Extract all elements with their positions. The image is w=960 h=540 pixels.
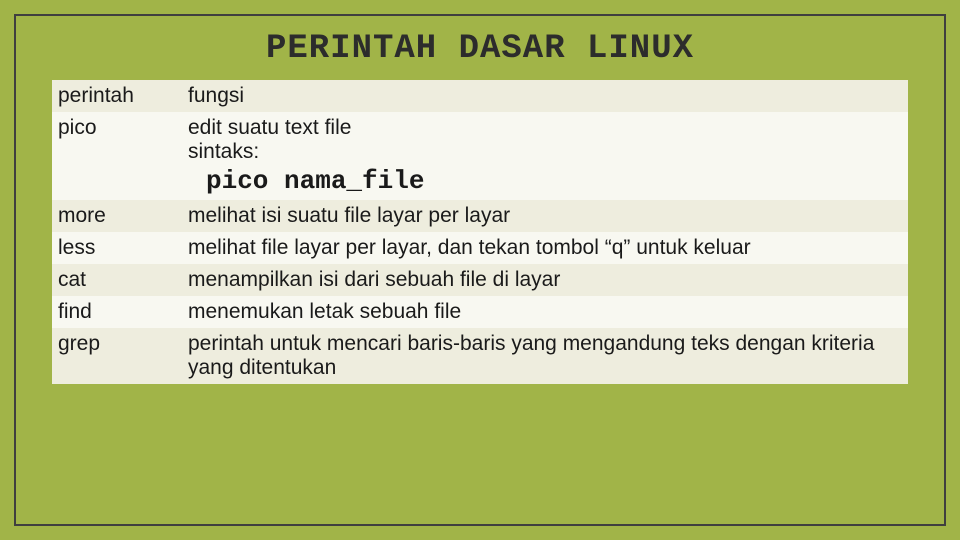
func-text: edit suatu text file [188, 116, 351, 139]
table-row: more melihat isi suatu file layar per la… [52, 200, 908, 232]
cmd-cell: pico [52, 112, 182, 200]
func-cell: perintah untuk mencari baris-baris yang … [182, 328, 908, 384]
func-cell: melihat file layar per layar, dan tekan … [182, 232, 908, 264]
syntax-label: sintaks: [188, 140, 898, 164]
table-row: less melihat file layar per layar, dan t… [52, 232, 908, 264]
commands-table: perintah fungsi pico edit suatu text fil… [52, 80, 908, 384]
header-func: fungsi [182, 80, 908, 112]
cmd-cell: grep [52, 328, 182, 384]
table-row: find menemukan letak sebuah file [52, 296, 908, 328]
table-header-row: perintah fungsi [52, 80, 908, 112]
syntax-code: pico nama_file [188, 166, 898, 196]
table-row: cat menampilkan isi dari sebuah file di … [52, 264, 908, 296]
table-row: pico edit suatu text file sintaks: pico … [52, 112, 908, 200]
func-cell: menemukan letak sebuah file [182, 296, 908, 328]
header-cmd: perintah [52, 80, 182, 112]
slide-title: PERINTAH DASAR LINUX [52, 30, 908, 68]
cmd-cell: more [52, 200, 182, 232]
table-row: grep perintah untuk mencari baris-baris … [52, 328, 908, 384]
cmd-cell: less [52, 232, 182, 264]
func-cell: melihat isi suatu file layar per layar [182, 200, 908, 232]
func-cell: edit suatu text file sintaks: pico nama_… [182, 112, 908, 200]
func-cell: menampilkan isi dari sebuah file di laya… [182, 264, 908, 296]
cmd-cell: cat [52, 264, 182, 296]
slide-frame: PERINTAH DASAR LINUX perintah fungsi pic… [14, 14, 946, 526]
cmd-cell: find [52, 296, 182, 328]
